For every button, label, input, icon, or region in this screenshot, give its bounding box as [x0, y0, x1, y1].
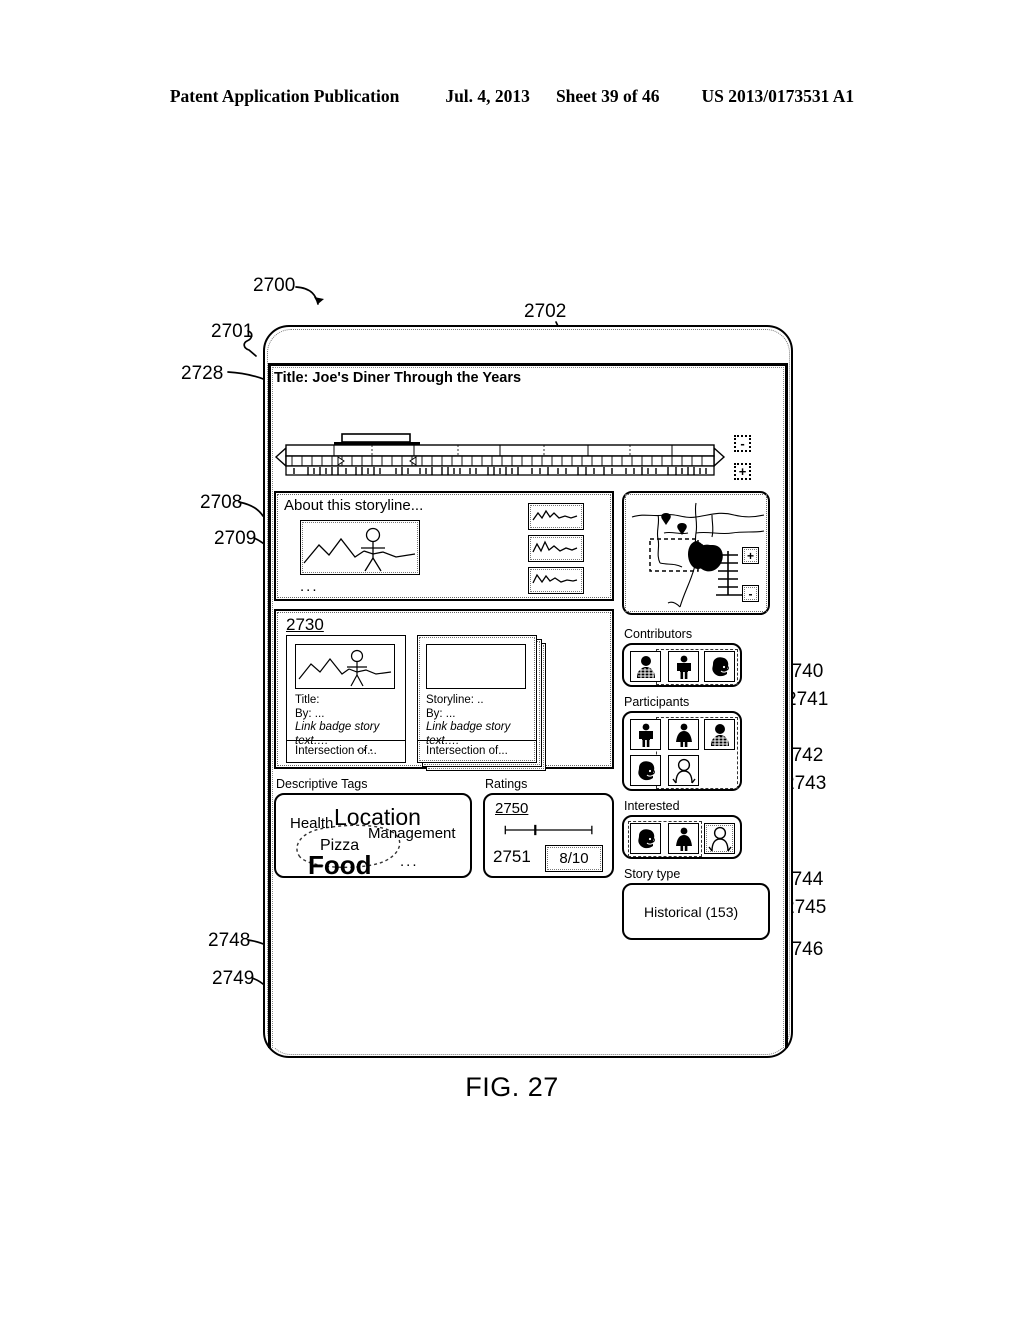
patent-number: US 2013/0173531 A1	[701, 86, 855, 106]
thumbnail-waveform-2[interactable]	[528, 535, 584, 562]
device-frame: Title: Joe's Diner Through the Years - +…	[263, 325, 793, 1058]
patterned-person-glyph	[710, 723, 729, 746]
timeline-control[interactable]: - +	[274, 432, 751, 480]
contributors-panel	[622, 643, 742, 687]
woman-glyph	[675, 827, 692, 851]
contributors-label: Contributors	[624, 627, 693, 641]
story-card-divider	[287, 740, 405, 741]
tag-health[interactable]: Health	[290, 815, 333, 832]
man-glyph	[638, 723, 653, 747]
face-profile-glyph	[711, 656, 729, 676]
participants-panel	[622, 711, 742, 791]
story-card-divider	[418, 740, 536, 741]
about-more-indicator[interactable]: ...	[300, 579, 319, 594]
story-card-stack[interactable]: Storyline: .. By: ... Link badge story t…	[417, 635, 537, 763]
storyline-title: Title: Joe's Diner Through the Years	[274, 370, 522, 386]
avatar-face-profile-icon[interactable]	[630, 755, 661, 786]
tag-more-indicator[interactable]: ...	[400, 853, 419, 870]
interested-avatar-outline	[706, 825, 733, 852]
story-card-title: Storyline: ..	[426, 694, 484, 706]
map-zoom-in-button[interactable]: +	[742, 547, 759, 564]
avatar-man-icon[interactable]	[630, 719, 661, 750]
story-card-badge: Link badge story text….	[295, 721, 380, 747]
ratings-value-outline	[547, 847, 601, 870]
patent-figure-page: Patent Application Publication Jul. 4, 2…	[0, 0, 1024, 1320]
map-zoom-in-outline	[744, 549, 757, 562]
thumbnail-waveform-1[interactable]	[528, 503, 584, 530]
ref-2702: 2702	[524, 301, 567, 322]
ratings-label: Ratings	[485, 777, 528, 791]
avatar-standing-person-icon[interactable]	[668, 651, 699, 682]
thumbnail-waveform-3[interactable]	[528, 567, 584, 594]
avatar-patterned-person-icon[interactable]	[704, 719, 735, 750]
patent-header: Patent Application Publication Jul. 4, 2…	[0, 86, 1024, 107]
timeline-graphic[interactable]	[274, 432, 726, 478]
descriptive-tags-panel: Health Location Management Pizza Food ..…	[274, 793, 472, 881]
ref-2700: 2700	[253, 275, 296, 296]
story-card-by: By: ...	[426, 707, 456, 720]
ref-2748: 2748	[208, 930, 251, 951]
ref-2749: 2749	[212, 968, 255, 989]
story-type-label: Story type	[624, 867, 681, 881]
story-card[interactable]: Title: By: ... Link badge story text…. I…	[286, 635, 406, 763]
story-card-image	[295, 644, 395, 689]
story-type-value: Historical (153)	[644, 904, 739, 920]
ref-2709: 2709	[214, 528, 257, 549]
ratings-handle-reference: 2751	[493, 847, 531, 866]
story-card-footer[interactable]: Intersection of...	[426, 745, 508, 757]
story-card-title: Title:	[295, 694, 320, 706]
ratings-panel: 2750 2751 8/10	[483, 793, 614, 878]
map-zoom-out-button[interactable]: -	[742, 585, 759, 602]
thumbnail-3-outline	[530, 569, 582, 592]
interested-panel	[622, 815, 742, 859]
outline-person-glyph	[671, 758, 696, 783]
interested-label: Interested	[624, 799, 680, 813]
about-preview-image[interactable]	[300, 520, 420, 575]
face-profile-glyph	[637, 828, 655, 848]
publication-date: Jul. 4, 2013	[445, 86, 530, 106]
about-storyline-panel: About this storyline... ...	[274, 491, 614, 601]
timeline-zoom-out-button[interactable]: -	[734, 435, 751, 452]
story-card-badge: Link badge story text….	[426, 721, 511, 747]
story-card-by: By: ...	[295, 707, 325, 720]
avatar-face-profile-icon[interactable]	[704, 651, 735, 682]
about-heading: About this storyline...	[284, 497, 424, 514]
thumbnail-1-outline	[530, 505, 582, 528]
ratings-slider[interactable]	[495, 824, 603, 836]
avatar-outline-person-icon[interactable]	[668, 755, 699, 786]
sheet-number: Sheet 39 of 46	[555, 86, 660, 106]
tag-management[interactable]: Management	[368, 825, 456, 842]
descriptive-tags-label: Descriptive Tags	[276, 777, 368, 791]
avatar-woman-icon[interactable]	[668, 719, 699, 750]
about-image-outline	[302, 522, 418, 573]
stories-reference-number: 2730	[286, 615, 324, 634]
ratings-reference-number: 2750	[495, 800, 529, 817]
avatar-patterned-person-icon[interactable]	[630, 651, 661, 682]
stories-more-indicator[interactable]: ...	[356, 739, 375, 755]
map-panel[interactable]: + -	[622, 491, 770, 615]
face-profile-glyph	[637, 760, 655, 780]
timeline-zoom-in-button[interactable]: +	[734, 463, 751, 480]
stories-panel: 2730 Title: By: ... Link badge story tex…	[274, 609, 614, 771]
ref-2708: 2708	[200, 492, 243, 513]
participants-label: Participants	[624, 695, 690, 709]
story-type-panel[interactable]: Historical (153)	[622, 883, 770, 940]
map-zoom-out-outline	[744, 587, 757, 600]
mountain-person-illustration	[298, 649, 392, 687]
woman-glyph	[675, 723, 692, 747]
about-thumbnail-list	[528, 503, 584, 599]
avatar-outline-person-icon[interactable]	[704, 823, 735, 854]
figure-caption: FIG. 27	[465, 1072, 559, 1102]
ratings-value-box: 8/10	[545, 845, 603, 872]
avatar-face-profile-icon[interactable]	[630, 823, 661, 854]
ref-2728: 2728	[181, 363, 224, 384]
thumbnail-2-outline	[530, 537, 582, 560]
story-card-image	[426, 644, 526, 689]
patterned-person-glyph	[636, 655, 655, 678]
ref-2701: 2701	[211, 321, 254, 342]
tag-food[interactable]: Food	[308, 850, 372, 881]
publication-label: Patent Application Publication	[169, 86, 400, 106]
avatar-woman-icon[interactable]	[668, 823, 699, 854]
standing-person-glyph	[676, 655, 691, 679]
